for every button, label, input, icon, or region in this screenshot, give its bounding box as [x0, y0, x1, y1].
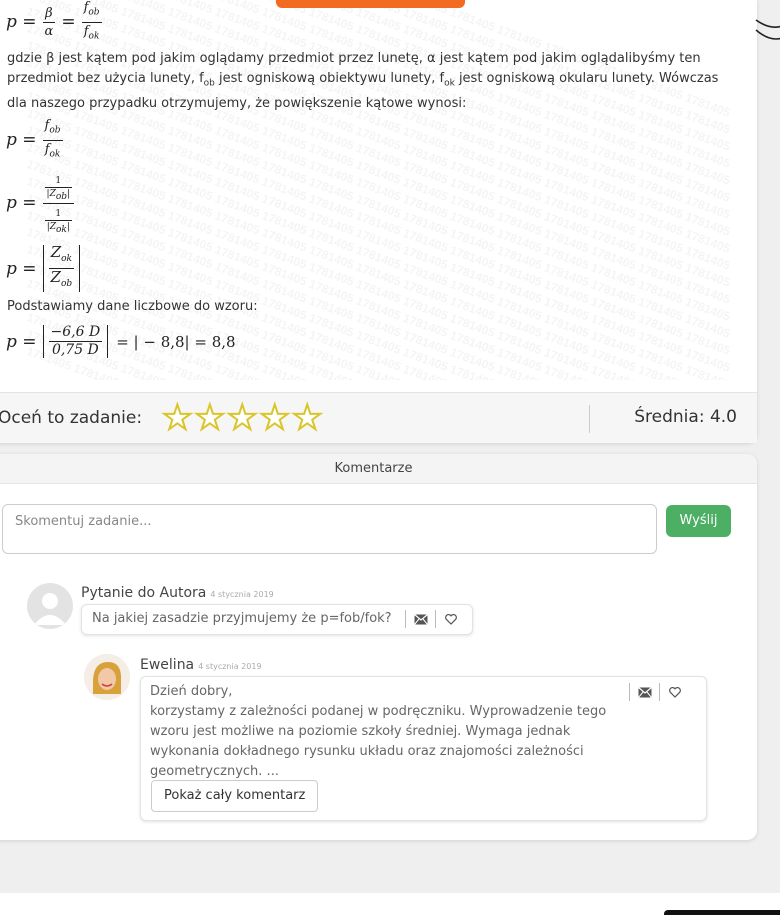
equation-4: p = −6,6 D 0,75 D = | − 8,8| = 8,8 [6, 325, 236, 358]
heart-icon[interactable] [435, 610, 465, 628]
comment-line: geometrycznych. ... [150, 764, 279, 779]
rate-label: Oceń to zadanie: [0, 408, 143, 428]
para-line: jest ogniskową okularu lunety. Wówczas [454, 71, 719, 86]
para-line: jest ogniskową obiektywu lunety, f [214, 71, 445, 86]
frac-den: fok [44, 141, 61, 160]
comment-line: korzystamy z zależności podanej w podręc… [150, 704, 607, 719]
mail-icon[interactable] [629, 683, 659, 701]
frac-num: 1 |Zob| [44, 176, 73, 202]
frac-eq4: −6,6 D 0,75 D [48, 324, 103, 358]
orange-action-button[interactable] [276, 0, 465, 8]
mail-icon[interactable] [405, 610, 435, 628]
frac-num: −6,6 D [50, 324, 101, 340]
comments-header: Komentarze [0, 454, 757, 484]
comments-card: Komentarze Skomentuj zadanie... Wyślij P… [0, 454, 757, 840]
frac-eq1: fob fok [42, 118, 63, 162]
show-full-comment-button[interactable]: Pokaż cały komentarz [151, 780, 319, 812]
frac-eq2: 1 |Zob| 1 |Zok| [42, 172, 75, 235]
frac-num: fob [44, 118, 61, 136]
avatar [27, 583, 73, 629]
para-line: przedmiot bez użycia lunety, f [7, 71, 204, 86]
corner-decoration-icon [755, 19, 780, 40]
comment-text: Na jakiej zasadzie przyjmujemy że p=fob/… [92, 611, 392, 626]
star-icon[interactable]: ★ [161, 400, 194, 436]
frac-beta-alpha: β α [42, 5, 56, 39]
comment-author: Ewelina 4 stycznia 2019 [140, 657, 262, 673]
comment-line: wzoru jest możliwe na poziomie szkoły śr… [150, 724, 571, 739]
star-icon[interactable]: ★ [259, 400, 292, 436]
footer [0, 893, 780, 915]
frac-den: Zob [50, 268, 73, 290]
eq4-result: = | − 8,8| = 8,8 [116, 332, 236, 351]
comment-author: Pytanie do Autora 4 stycznia 2019 [81, 585, 274, 601]
rating-average: Średnia: 4.0 [634, 407, 737, 427]
para-sub: ok [444, 78, 455, 89]
frac-den: fok [83, 23, 100, 42]
rating-stars: ★ ★ ★ ★ ★ [161, 400, 324, 436]
comment-line: wykonania dokładnego rysunku układu oraz… [150, 744, 584, 759]
eq-p: p = [6, 193, 37, 214]
equation-3: p = Zok Zob [6, 243, 81, 292]
equation-2: p = 1 |Zob| 1 |Zok| [6, 172, 80, 235]
comment-actions [405, 610, 465, 628]
frac-num: Zok [50, 243, 72, 265]
eq-p: p = [6, 258, 37, 279]
eq-p: p = [6, 331, 37, 352]
comment-input[interactable]: Skomentuj zadanie... [2, 504, 657, 554]
send-button[interactable]: Wyślij [666, 505, 731, 537]
footer-black-bar [664, 910, 780, 915]
eq-p: p = [6, 12, 37, 33]
star-icon[interactable]: ★ [194, 400, 227, 436]
star-icon[interactable]: ★ [291, 400, 324, 436]
comment-text: Dzień dobry, korzystamy z zależności pod… [150, 682, 606, 782]
comment-bubble: Na jakiej zasadzie przyjmujemy że p=fob/… [81, 604, 473, 635]
frac-den: 0,75 D [51, 342, 99, 358]
comment-line: Dzień dobry, [150, 684, 233, 699]
frac-den: α [44, 23, 54, 39]
para-line: dla naszego przypadku otrzymujemy, że po… [7, 95, 467, 111]
avatar [84, 654, 130, 700]
user-placeholder-icon [34, 593, 66, 625]
author-name: Ewelina [140, 657, 195, 673]
frac-num: β [45, 5, 53, 21]
equation-1: p = fob fok [6, 118, 69, 162]
eq-p: p = [6, 130, 37, 151]
para-sub: ob [203, 78, 215, 89]
heart-icon[interactable] [659, 683, 689, 701]
solution-paragraph-1: gdzie β jest kątem pod jakim oglądamy pr… [7, 49, 727, 114]
frac-den: 1 |Zok| [44, 208, 72, 235]
frac-num: fob [83, 0, 100, 18]
solution-card: 1781405 1781405 1781405 1781405 1781405 … [0, 0, 757, 443]
frac-eq3: Zok Zob [48, 243, 75, 292]
para-line: gdzie β jest kątem pod jakim oglądamy pr… [7, 51, 701, 66]
solution-paragraph-2: Podstawiamy dane liczbowe do wzoru: [7, 299, 258, 314]
comment-bubble: Dzień dobry, korzystamy z zależności pod… [140, 676, 707, 821]
rating-divider [589, 405, 590, 433]
author-name: Pytanie do Autora [81, 585, 207, 601]
star-icon[interactable]: ★ [226, 400, 259, 436]
rating-bar: Oceń to zadanie: ★ ★ ★ ★ ★ Średnia: 4.0 [0, 392, 757, 443]
user-photo-icon [84, 654, 130, 700]
equation-angular-magnification: p = β α = fob fok [6, 0, 108, 44]
comment-actions [629, 683, 689, 701]
frac-fob-fok: fob fok [81, 0, 102, 44]
comment-date: 4 stycznia 2019 [210, 590, 274, 599]
comment-date: 4 stycznia 2019 [198, 662, 262, 671]
